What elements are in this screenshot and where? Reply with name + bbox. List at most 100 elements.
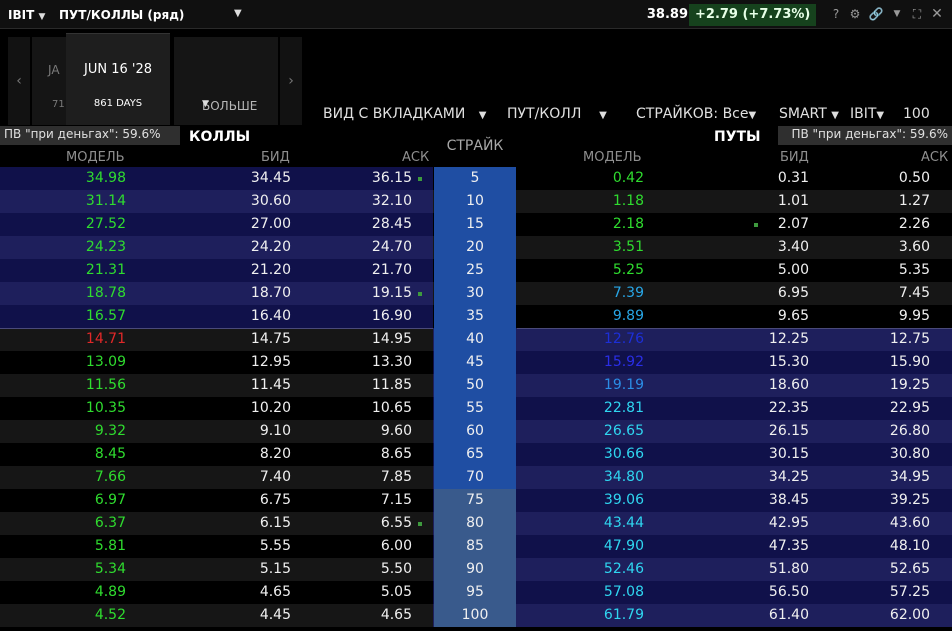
gear-icon[interactable]: ⚙ (847, 6, 863, 22)
table-row[interactable]: 11.56 11.45 11.85 19.19 18.60 19.25 50 (0, 374, 952, 397)
table-row[interactable]: 9.32 9.10 9.60 26.65 26.15 26.80 60 (0, 420, 952, 443)
put-model-value[interactable]: 39.06 (604, 492, 644, 508)
call-bid-value[interactable]: 27.00 (251, 216, 291, 232)
put-ask-value[interactable]: 12.75 (890, 331, 930, 347)
window-menu-icon[interactable]: ▼ (889, 6, 905, 22)
call-bid-value[interactable]: 12.95 (251, 354, 291, 370)
call-ask-value[interactable]: 36.15 (372, 170, 412, 186)
call-model-value[interactable]: 34.98 (86, 170, 126, 186)
table-row[interactable]: 34.98 34.45 36.15 0.42 0.31 0.50 5 (0, 167, 952, 190)
strike-cell[interactable]: 65 (434, 443, 516, 466)
put-bid-value[interactable]: 38.45 (769, 492, 809, 508)
call-bid-value[interactable]: 30.60 (251, 193, 291, 209)
put-model-value[interactable]: 19.19 (604, 377, 644, 393)
call-ask-value[interactable]: 5.05 (381, 584, 412, 600)
put-model-value[interactable]: 2.18 (613, 216, 644, 232)
call-bid-value[interactable]: 6.15 (260, 515, 291, 531)
put-ask-value[interactable]: 34.95 (890, 469, 930, 485)
call-model-value[interactable]: 14.71 (86, 331, 126, 347)
call-model-value[interactable]: 5.81 (95, 538, 126, 554)
put-bid-value[interactable]: 34.25 (769, 469, 809, 485)
table-row[interactable]: 4.89 4.65 5.05 57.08 56.50 57.25 95 (0, 581, 952, 604)
call-ask-value[interactable]: 10.65 (372, 400, 412, 416)
maximize-icon[interactable]: ⛶ (909, 6, 925, 22)
call-ask-value[interactable]: 6.55 (381, 515, 412, 531)
call-bid-value[interactable]: 21.20 (251, 262, 291, 278)
put-ask-value[interactable]: 5.35 (899, 262, 930, 278)
put-ask-value[interactable]: 9.95 (899, 308, 930, 324)
call-model-value[interactable]: 6.97 (95, 492, 126, 508)
call-ask-value[interactable]: 19.15 (372, 285, 412, 301)
call-model-value[interactable]: 8.45 (95, 446, 126, 462)
call-model-value[interactable]: 4.89 (95, 584, 126, 600)
call-ask-value[interactable]: 8.65 (381, 446, 412, 462)
col-header-call-bid[interactable]: БИД (261, 150, 290, 165)
put-ask-value[interactable]: 52.65 (890, 561, 930, 577)
call-ask-value[interactable]: 9.60 (381, 423, 412, 439)
strike-cell[interactable]: 10 (434, 190, 516, 213)
call-ask-value[interactable]: 5.50 (381, 561, 412, 577)
put-bid-value[interactable]: 51.80 (769, 561, 809, 577)
underlying-selector[interactable]: IBIT▼ (850, 106, 884, 122)
table-row[interactable]: 7.66 7.40 7.85 34.80 34.25 34.95 70 (0, 466, 952, 489)
put-bid-value[interactable]: 42.95 (769, 515, 809, 531)
strike-cell[interactable]: 55 (434, 397, 516, 420)
strike-cell[interactable]: 40 (434, 328, 516, 351)
call-model-value[interactable]: 5.34 (95, 561, 126, 577)
put-model-value[interactable]: 0.42 (613, 170, 644, 186)
table-row[interactable]: 6.37 6.15 6.55 43.44 42.95 43.60 80 (0, 512, 952, 535)
call-bid-value[interactable]: 5.55 (260, 538, 291, 554)
strike-cell[interactable]: 100 (434, 604, 516, 627)
expiration-tab-partial[interactable]: JA 71 (32, 37, 66, 125)
table-row[interactable]: 18.78 18.70 19.15 7.39 6.95 7.45 30 (0, 282, 952, 305)
call-model-value[interactable]: 24.23 (86, 239, 126, 255)
view-selector[interactable]: ВИД С ВКЛАДКАМИ ▼ (323, 106, 486, 122)
put-ask-value[interactable]: 39.25 (890, 492, 930, 508)
call-ask-value[interactable]: 24.70 (372, 239, 412, 255)
call-model-value[interactable]: 7.66 (95, 469, 126, 485)
col-header-put-bid[interactable]: БИД (780, 150, 809, 165)
call-model-value[interactable]: 16.57 (86, 308, 126, 324)
put-model-value[interactable]: 1.18 (613, 193, 644, 209)
put-bid-value[interactable]: 61.40 (769, 607, 809, 623)
table-row[interactable]: 24.23 24.20 24.70 3.51 3.40 3.60 20 (0, 236, 952, 259)
col-header-put-model[interactable]: МОДЕЛЬ (583, 150, 642, 165)
strike-cell[interactable]: 20 (434, 236, 516, 259)
put-bid-value[interactable]: 3.40 (778, 239, 809, 255)
chevron-down-icon[interactable]: ▼ (38, 12, 45, 22)
call-ask-value[interactable]: 14.95 (372, 331, 412, 347)
strike-cell[interactable]: 90 (434, 558, 516, 581)
more-expirations-button[interactable]: БОЛЬШЕ ▼ (174, 37, 278, 125)
put-ask-value[interactable]: 62.00 (890, 607, 930, 623)
table-row[interactable]: 14.71 14.75 14.95 12.76 12.25 12.75 40 (0, 328, 952, 351)
call-ask-value[interactable]: 13.30 (372, 354, 412, 370)
expiration-next-arrow[interactable]: › (280, 37, 302, 125)
call-model-value[interactable]: 9.32 (95, 423, 126, 439)
put-model-value[interactable]: 34.80 (604, 469, 644, 485)
call-model-value[interactable]: 11.56 (86, 377, 126, 393)
put-ask-value[interactable]: 22.95 (890, 400, 930, 416)
strike-cell[interactable]: 5 (434, 167, 516, 190)
put-bid-value[interactable]: 2.07 (778, 216, 809, 232)
table-row[interactable]: 10.35 10.20 10.65 22.81 22.35 22.95 55 (0, 397, 952, 420)
put-model-value[interactable]: 57.08 (604, 584, 644, 600)
call-ask-value[interactable]: 21.70 (372, 262, 412, 278)
call-bid-value[interactable]: 6.75 (260, 492, 291, 508)
put-ask-value[interactable]: 2.26 (899, 216, 930, 232)
call-bid-value[interactable]: 18.70 (251, 285, 291, 301)
call-bid-value[interactable]: 4.65 (260, 584, 291, 600)
table-row[interactable]: 4.52 4.45 4.65 61.79 61.40 62.00 100 (0, 604, 952, 627)
put-bid-value[interactable]: 12.25 (769, 331, 809, 347)
call-model-value[interactable]: 18.78 (86, 285, 126, 301)
put-ask-value[interactable]: 0.50 (899, 170, 930, 186)
call-bid-value[interactable]: 34.45 (251, 170, 291, 186)
call-model-value[interactable]: 6.37 (95, 515, 126, 531)
call-model-value[interactable]: 13.09 (86, 354, 126, 370)
symbol-selector[interactable]: IBIT ▼ (8, 8, 45, 22)
call-ask-value[interactable]: 11.85 (372, 377, 412, 393)
put-bid-value[interactable]: 1.01 (778, 193, 809, 209)
call-ask-value[interactable]: 4.65 (381, 607, 412, 623)
table-row[interactable]: 8.45 8.20 8.65 30.66 30.15 30.80 65 (0, 443, 952, 466)
call-bid-value[interactable]: 8.20 (260, 446, 291, 462)
put-bid-value[interactable]: 0.31 (778, 170, 809, 186)
